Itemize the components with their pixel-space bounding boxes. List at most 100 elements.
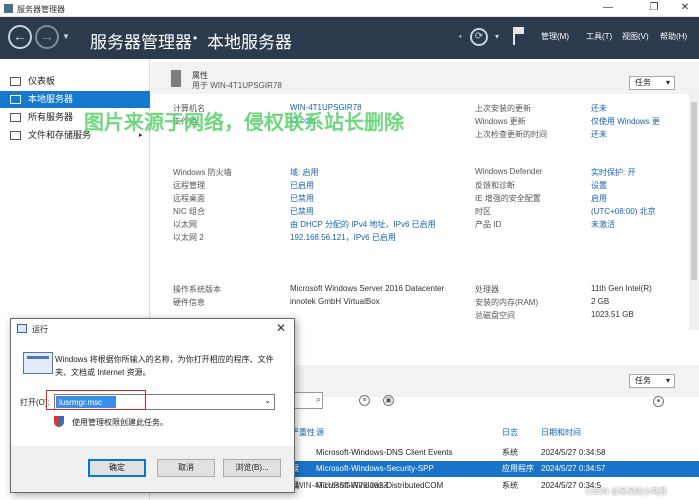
event-log: 应用程序 xyxy=(502,464,534,473)
window-title: 服务器管理器 xyxy=(17,5,65,14)
prop-value-windows-update[interactable]: 仅使用 Windows 更 xyxy=(591,116,660,127)
expand-events-icon[interactable]: ▾ xyxy=(653,396,664,407)
sidebar-item-label: 仪表板 xyxy=(28,76,56,86)
prop-key-ethernet: 以太网 xyxy=(173,220,197,229)
refresh-caret-icon[interactable]: ▾ xyxy=(495,32,499,41)
prop-value-ethernet-2[interactable]: 192.168.56.121，IPv6 已启用 xyxy=(290,232,396,243)
cancel-button[interactable]: 取消 xyxy=(157,459,215,477)
sidebar-item-dashboard[interactable]: 仪表板 xyxy=(0,73,150,90)
sidebar-item-label: 所有服务器 xyxy=(28,112,74,122)
event-time: 2024/5/27 0:34:57 xyxy=(541,464,606,473)
list-options-icon[interactable]: ≡ xyxy=(359,395,370,406)
close-window-button[interactable]: ✕ xyxy=(672,0,698,17)
prop-key-hardware: 硬件信息 xyxy=(173,298,205,307)
run-dialog: 运行 ✕ Windows 将根据你所输入的名称，为你打开相应的程序、文件夹、文档… xyxy=(10,318,295,493)
menu-view[interactable]: 视图(V) xyxy=(622,31,649,42)
admin-note: 使用管理权限创建此任务。 xyxy=(72,418,168,427)
run-icon xyxy=(17,324,27,333)
prop-value-os-version: Microsoft Windows Server 2016 Datacenter xyxy=(290,284,445,293)
prop-key-nic-teaming: NIC 组合 xyxy=(173,207,205,216)
browse-button[interactable]: 浏览(B)... xyxy=(223,459,281,477)
prop-key-last-check: 上次检查更新的时间 xyxy=(475,130,547,139)
menu-help[interactable]: 帮助(H) xyxy=(660,31,687,42)
prop-key-firewall: Windows 防火墙 xyxy=(173,168,232,177)
properties-subtitle: 用于 WIN-4T1UPSGIR78 xyxy=(192,81,282,90)
admin-shield-icon xyxy=(54,416,64,427)
prop-value-processor: 11th Gen Intel(R) xyxy=(591,284,652,293)
breadcrumb-separator: • xyxy=(193,31,198,45)
forward-button[interactable]: → xyxy=(35,25,59,49)
dashboard-icon xyxy=(10,77,21,86)
event-source: Microsoft-Windows-Security-SPP xyxy=(316,464,434,473)
prop-key-defender: Windows Defender xyxy=(475,167,543,176)
chevron-down-icon[interactable]: ⌄ xyxy=(264,396,271,405)
prop-key-disk: 总磁盘空间 xyxy=(475,311,515,320)
credit-text: CSDN @呆呆的小鸣苏 xyxy=(586,487,668,496)
prop-value-disk: 1023.51 GB xyxy=(591,310,634,319)
scrollbar-thumb[interactable] xyxy=(691,102,697,280)
breadcrumb-root[interactable]: 服务器管理器 xyxy=(90,28,192,53)
prop-key-ie-esc: IE 增强的安全配置 xyxy=(475,194,541,203)
prop-key-ram: 安装的内存(RAM) xyxy=(475,298,539,307)
properties-icon xyxy=(171,70,181,87)
local-server-icon xyxy=(10,95,21,104)
prop-value-last-update[interactable]: 还未 xyxy=(591,103,607,114)
properties-header: 属性 用于 WIN-4T1UPSGIR78 任务 xyxy=(151,62,699,94)
prop-key-product-id: 产品 ID xyxy=(475,220,502,229)
prop-key-timezone: 时区 xyxy=(475,207,491,216)
event-source: Microsoft-Windows-DNS Client Events xyxy=(316,448,453,457)
event-time: 2024/5/27 0:34:58 xyxy=(541,448,606,457)
prop-value-timezone[interactable]: (UTC+08:00) 北京 xyxy=(591,206,656,217)
event-log: 系统 xyxy=(502,448,518,457)
run-dialog-footer: 确定 取消 浏览(B)... xyxy=(11,446,294,492)
events-tasks-button[interactable]: 任务 xyxy=(629,374,675,388)
prop-value-firewall[interactable]: 域: 启用 xyxy=(290,167,318,178)
file-storage-icon xyxy=(10,131,21,140)
column-source[interactable]: 源 xyxy=(316,427,324,438)
partial-server-name: WIN-4T1UPSGIR78 2023 xyxy=(296,481,388,490)
window-titlebar: 服务器管理器 — ❐ ✕ xyxy=(0,0,699,17)
event-log: 系统 xyxy=(502,481,518,490)
search-icon[interactable]: ⌕ xyxy=(313,395,324,406)
prop-value-defender[interactable]: 实时保护: 开 xyxy=(591,167,635,178)
menu-tools[interactable]: 工具(T) xyxy=(586,31,612,42)
prop-value-remote-mgmt[interactable]: 已启用 xyxy=(290,180,314,191)
prop-value-hardware: innotek GmbH VirtualBox xyxy=(290,297,380,306)
server-manager-icon xyxy=(4,4,13,13)
refresh-dropdown-icon[interactable]: • xyxy=(459,32,462,41)
prop-value-feedback[interactable]: 设置 xyxy=(591,180,607,191)
minimize-button[interactable]: — xyxy=(595,0,621,17)
prop-value-remote-desktop[interactable]: 已禁用 xyxy=(290,193,314,204)
notifications-flag-icon[interactable] xyxy=(513,27,524,45)
breadcrumb-current: 本地服务器 xyxy=(207,33,292,52)
ok-button[interactable]: 确定 xyxy=(88,459,146,477)
prop-key-remote-desktop: 远程桌面 xyxy=(173,194,205,203)
prop-key-feedback: 反馈和诊断 xyxy=(475,181,515,190)
all-servers-icon xyxy=(10,113,21,122)
prop-value-ie-esc[interactable]: 启用 xyxy=(591,193,607,204)
prop-key-processor: 处理器 xyxy=(475,285,499,294)
prop-key-ethernet-2: 以太网 2 xyxy=(173,233,204,242)
maximize-button[interactable]: ❐ xyxy=(641,0,667,17)
properties-scrollbar[interactable] xyxy=(689,90,699,330)
highlight-box xyxy=(46,390,146,410)
history-dropdown-icon[interactable]: ▼ xyxy=(62,32,70,41)
close-icon[interactable]: ✕ xyxy=(276,321,286,335)
properties-tasks-button[interactable]: 任务 xyxy=(629,76,675,90)
column-log[interactable]: 日志 xyxy=(502,427,518,438)
save-query-icon[interactable]: ▣ xyxy=(383,395,394,406)
run-dialog-titlebar: 运行 ✕ xyxy=(11,319,294,339)
prop-value-nic-teaming[interactable]: 已禁用 xyxy=(290,206,314,217)
prop-value-ethernet[interactable]: 由 DHCP 分配的 IPv4 地址，IPv6 已启用 xyxy=(290,219,436,230)
back-button[interactable]: ← xyxy=(8,25,32,49)
run-dialog-title: 运行 xyxy=(32,325,48,334)
prop-key-windows-update: Windows 更新 xyxy=(475,117,526,126)
prop-key-remote-mgmt: 远程管理 xyxy=(173,181,205,190)
refresh-icon[interactable]: ⟳ xyxy=(470,28,488,46)
run-dialog-description: Windows 将根据你所输入的名称，为你打开相应的程序、文件夹、文档或 Int… xyxy=(55,355,274,377)
prop-value-product-id[interactable]: 未激活 xyxy=(591,219,615,230)
menu-manage[interactable]: 管理(M) xyxy=(541,31,569,42)
prop-value-last-check[interactable]: 还未 xyxy=(591,129,607,140)
watermark-text: 图片来源于网络，侵权联系站长删除 xyxy=(84,112,404,134)
column-datetime[interactable]: 日期和时间 xyxy=(541,427,581,438)
